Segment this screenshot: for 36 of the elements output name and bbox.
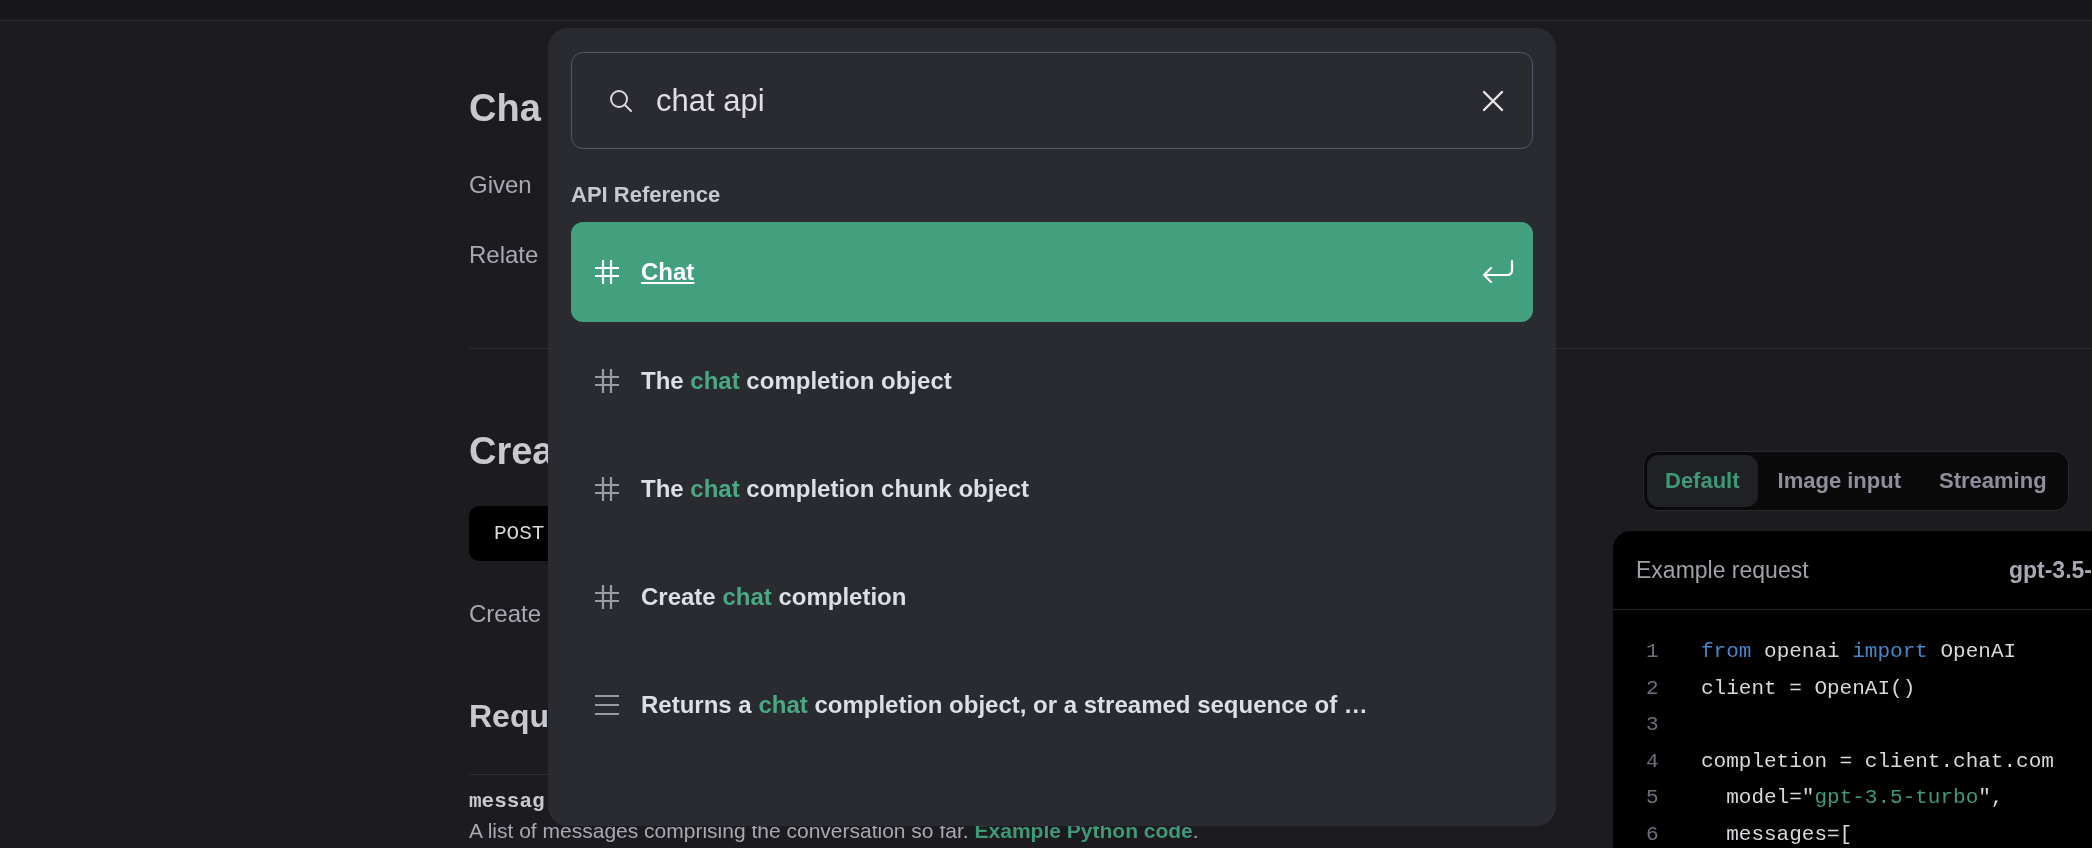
lines-icon bbox=[594, 694, 620, 716]
period: . bbox=[1192, 819, 1199, 842]
line-number: 2 bbox=[1645, 675, 1660, 702]
code-tab[interactable]: Image input bbox=[1759, 455, 1919, 507]
line-number: 6 bbox=[1645, 821, 1660, 848]
section-label: API Reference bbox=[571, 182, 722, 208]
hash-icon bbox=[594, 476, 620, 502]
code-title: Example request bbox=[1636, 556, 1809, 584]
search-result[interactable]: Returns a chat completion object, or a streamed sequence of … bbox=[571, 651, 1533, 759]
code-line: completion = client.chat.com bbox=[1701, 748, 2054, 775]
search-icon bbox=[608, 87, 634, 114]
hash-icon bbox=[594, 584, 620, 610]
close-icon[interactable] bbox=[1482, 89, 1504, 112]
line-number: 3 bbox=[1645, 712, 1660, 738]
code-tab[interactable]: Streaming bbox=[1921, 455, 2065, 507]
paragraph: Create bbox=[469, 599, 542, 629]
code-line: client = OpenAI() bbox=[1701, 675, 1916, 702]
line-number: 4 bbox=[1645, 748, 1660, 775]
hash-icon bbox=[594, 259, 620, 285]
section-heading: Requ bbox=[469, 697, 549, 736]
line-number: 1 bbox=[1645, 639, 1660, 665]
code-line: from openai import OpenAI bbox=[1701, 639, 2017, 665]
code-tab[interactable]: Default bbox=[1647, 455, 1758, 507]
search-field[interactable]: chat api bbox=[571, 52, 1533, 149]
code-line: model="gpt-3.5-turbo", bbox=[1725, 785, 2004, 811]
model-selector[interactable]: gpt-3.5- bbox=[2008, 556, 2092, 584]
page-heading: Cha bbox=[469, 86, 541, 130]
paragraph: Relate bbox=[469, 240, 539, 270]
enter-icon bbox=[1481, 259, 1515, 285]
code-line: messages=[ bbox=[1725, 821, 1853, 848]
search-input[interactable]: chat api bbox=[656, 82, 1482, 119]
paragraph: Given bbox=[469, 170, 532, 200]
search-result[interactable]: The chat completion object bbox=[571, 327, 1533, 435]
hash-icon bbox=[594, 368, 620, 394]
parameter-name: messag bbox=[469, 789, 545, 815]
line-number: 5 bbox=[1645, 785, 1660, 811]
